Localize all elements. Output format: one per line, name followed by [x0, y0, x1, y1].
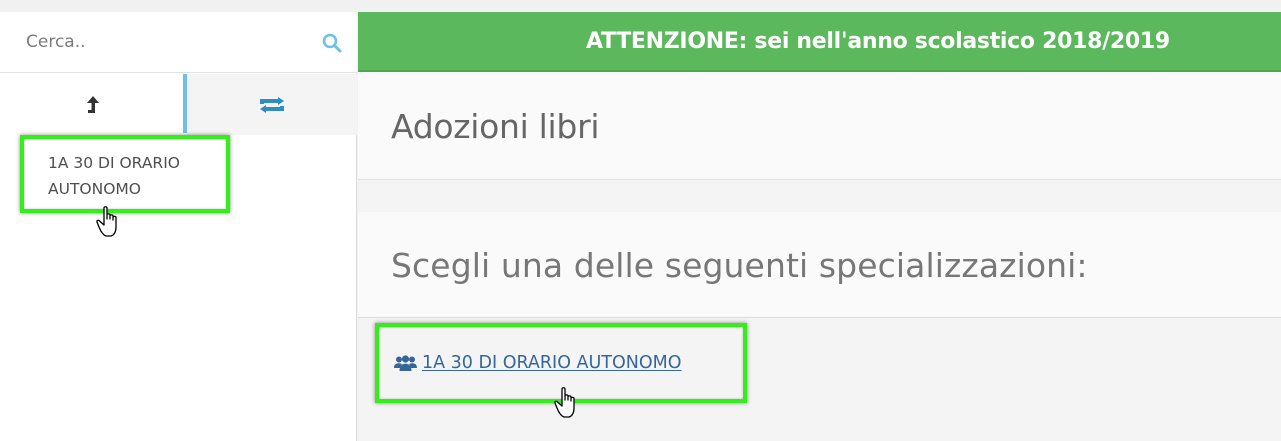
tree-item-label-line2: AUTONOMO — [48, 180, 141, 198]
level-up-arrow-icon — [87, 95, 99, 113]
group-users-icon — [394, 355, 417, 371]
sidebar: 1A 30 DI ORARIO AUTONOMO — [0, 12, 357, 441]
page-title: Adozioni libri — [391, 107, 600, 146]
specializations-heading: Scegli una delle seguenti specializzazio… — [391, 246, 1088, 285]
tab-level-up[interactable] — [0, 74, 186, 135]
hand-pointer-cursor-icon — [554, 387, 575, 418]
sidebar-tabs — [0, 74, 357, 135]
specializations-panel: Scegli una delle seguenti specializzazio… — [358, 212, 1281, 318]
search-icon[interactable] — [321, 32, 343, 54]
page-header: Adozioni libri — [358, 72, 1281, 180]
main-panel: Adozioni libri Scegli una delle seguenti… — [358, 72, 1281, 441]
search-input[interactable] — [0, 12, 357, 73]
tab-refresh[interactable] — [187, 74, 357, 135]
banner-text: ATTENZIONE: sei nell'anno scolastico 201… — [586, 28, 1170, 54]
specialization-link[interactable]: 1A 30 DI ORARIO AUTONOMO — [422, 353, 682, 373]
tree-item-label-line1: 1A 30 DI ORARIO — [48, 154, 180, 172]
tree-item-class[interactable]: 1A 30 DI ORARIO AUTONOMO — [20, 135, 230, 213]
refresh-retweet-icon — [260, 96, 284, 113]
school-year-banner: ATTENZIONE: sei nell'anno scolastico 201… — [358, 12, 1281, 72]
hand-pointer-cursor-icon — [96, 206, 117, 237]
